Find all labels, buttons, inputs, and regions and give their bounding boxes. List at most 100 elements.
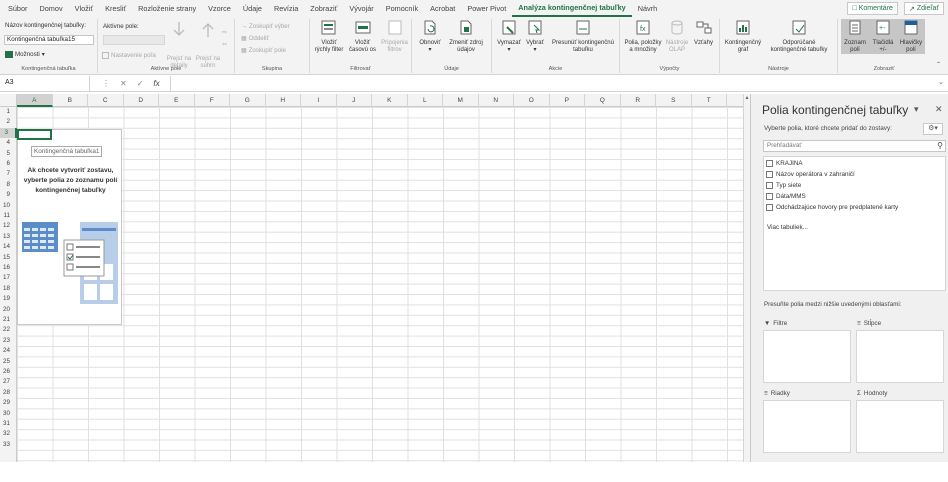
group-field-button[interactable]: ▦ Zoskupiť pole	[241, 47, 286, 54]
search-icon[interactable]: ⚲	[937, 141, 943, 150]
column-header[interactable]: R	[621, 94, 656, 107]
buttons-toggle[interactable]: +- Tlačidlá +/-	[869, 19, 897, 54]
column-header[interactable]: D	[124, 94, 159, 107]
row-header[interactable]: 20	[0, 305, 17, 315]
vertical-scrollbar[interactable]: ▴	[743, 94, 750, 462]
row-header[interactable]: 18	[0, 284, 17, 294]
field-checkbox[interactable]	[766, 182, 773, 189]
olap-tools-button[interactable]: Nástroje OLAP	[664, 19, 690, 54]
pivottable-placeholder[interactable]: Kontingenčná tabuľka1 Ak chcete vytvoriť…	[17, 129, 122, 325]
tab-14[interactable]: Návrh	[632, 0, 663, 17]
tab-9[interactable]: Vývojár	[343, 0, 379, 17]
collapse-ribbon-icon[interactable]: ⌃	[936, 61, 941, 68]
row-header[interactable]: 9	[0, 190, 17, 200]
active-field-input[interactable]	[103, 35, 165, 45]
row-header[interactable]: 15	[0, 253, 17, 263]
gear-icon[interactable]: ⚙▾	[923, 123, 943, 135]
field-checkbox[interactable]	[766, 171, 773, 178]
tab-8[interactable]: Zobraziť	[304, 0, 343, 17]
column-header[interactable]: Q	[585, 94, 621, 107]
column-header[interactable]: I	[301, 94, 337, 107]
pivotchart-button[interactable]: Kontingenčný graf	[722, 19, 764, 54]
column-header[interactable]: A	[17, 94, 53, 107]
field-item[interactable]: KRAJINA	[766, 160, 803, 167]
column-header[interactable]: S	[656, 94, 692, 107]
column-header[interactable]: G	[230, 94, 266, 107]
column-header[interactable]: N	[479, 94, 514, 107]
tab-13[interactable]: Analýza kontingenčnej tabuľky	[512, 0, 632, 17]
column-header[interactable]: K	[372, 94, 408, 107]
pane-options-icon[interactable]: ▾	[914, 104, 919, 115]
column-header[interactable]: E	[159, 94, 195, 107]
fx-icon[interactable]: fx	[153, 79, 159, 88]
field-item[interactable]: Dáta/MMS	[766, 193, 806, 200]
recommended-button[interactable]: Odporúčané kontingenčné tabuľky	[764, 19, 834, 54]
row-header[interactable]: 27	[0, 377, 17, 387]
row-header[interactable]: 14	[0, 242, 17, 252]
row-header[interactable]: 31	[0, 419, 17, 429]
select-all-corner[interactable]	[0, 94, 17, 107]
column-header[interactable]: J	[337, 94, 372, 107]
row-header[interactable]: 22	[0, 325, 17, 335]
row-header[interactable]: 10	[0, 201, 17, 211]
relationships-button[interactable]: Vzťahy	[691, 19, 716, 47]
tab-6[interactable]: Údaje	[237, 0, 268, 17]
row-header[interactable]: 25	[0, 357, 17, 367]
move-pivottable-button[interactable]: Presunúť kontingenčnú tabuľku	[550, 19, 616, 54]
tab-5[interactable]: Vzorce	[202, 0, 237, 17]
expand-formula-icon[interactable]: ⌄	[938, 78, 944, 86]
comments-button[interactable]: □ Komentáre	[847, 2, 898, 15]
row-header[interactable]: 30	[0, 409, 17, 419]
cancel-icon[interactable]: ✕	[120, 79, 127, 88]
name-box[interactable]: A3	[0, 76, 90, 91]
column-header[interactable]: O	[514, 94, 550, 107]
row-header[interactable]: 3	[0, 127, 17, 139]
row-header[interactable]: 26	[0, 367, 17, 377]
column-header[interactable]: M	[443, 94, 479, 107]
row-header[interactable]: 1	[0, 107, 17, 117]
drill-up-button[interactable]: Prejsť na súhrn	[194, 21, 222, 70]
row-header[interactable]: 6	[0, 159, 17, 169]
expand-field-icon[interactable]: ⇨	[222, 29, 227, 36]
insert-timeline-button[interactable]: Vložiť časovú os	[346, 19, 379, 54]
field-checkbox[interactable]	[766, 204, 773, 211]
clear-button[interactable]: Vymazať ▾	[496, 19, 522, 54]
tab-3[interactable]: Kresliť	[99, 0, 132, 17]
formula-input[interactable]	[170, 76, 945, 91]
active-cell-a3[interactable]	[17, 129, 52, 140]
row-header[interactable]: 33	[0, 440, 17, 450]
row-header[interactable]: 24	[0, 346, 17, 356]
row-header[interactable]: 16	[0, 263, 17, 273]
column-header[interactable]: C	[88, 94, 124, 107]
row-header[interactable]: 21	[0, 315, 17, 325]
group-selection-button[interactable]: → Zoskupiť výber	[241, 23, 290, 30]
filter-connections-button[interactable]: Pripojenia filtrov	[378, 19, 411, 54]
row-header[interactable]: 11	[0, 211, 17, 221]
column-header[interactable]: H	[266, 94, 301, 107]
row-header[interactable]: 7	[0, 169, 17, 179]
row-header[interactable]: 29	[0, 398, 17, 408]
row-header[interactable]: 5	[0, 149, 17, 159]
tab-10[interactable]: Pomocník	[380, 0, 424, 17]
tab-2[interactable]: Vložiť	[69, 0, 100, 17]
field-item[interactable]: Odchádzajúce hovory pre predplatené kart…	[766, 204, 898, 211]
options-button[interactable]: Možnosti ▾	[5, 51, 45, 58]
column-header[interactable]: T	[692, 94, 727, 107]
change-source-button[interactable]: Zmeniť zdroj údajov	[445, 19, 487, 54]
column-header[interactable]: F	[195, 94, 230, 107]
field-item[interactable]: Názov operátora v zahraničí	[766, 171, 855, 178]
drill-down-button[interactable]: Prejsť na detaily	[164, 21, 194, 70]
row-header[interactable]: 4	[0, 138, 17, 148]
refresh-button[interactable]: Obnoviť ▾	[416, 19, 444, 54]
field-checkbox[interactable]	[766, 160, 773, 167]
row-header[interactable]: 23	[0, 336, 17, 346]
insert-slicer-button[interactable]: Vložiť rýchly filter	[313, 19, 345, 54]
headers-toggle[interactable]: Hlavičky polí	[897, 19, 925, 54]
fields-items-button[interactable]: fx Polia, položky a množiny	[622, 19, 664, 54]
field-list-toggle[interactable]: Zoznam polí	[841, 19, 869, 54]
select-button[interactable]: Vybrať ▾	[522, 19, 548, 54]
pt-name-input[interactable]: Kontingenčná tabuľka15	[4, 35, 94, 45]
enter-icon[interactable]: ✓	[137, 79, 144, 88]
column-header[interactable]: B	[53, 94, 88, 107]
row-header[interactable]: 28	[0, 388, 17, 398]
